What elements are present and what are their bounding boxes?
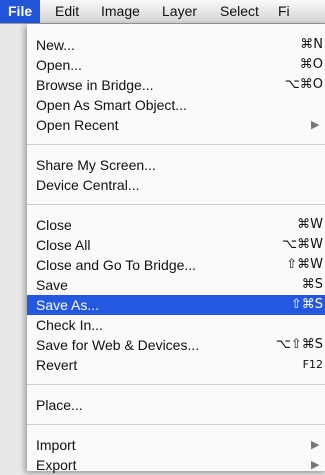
menu-item-label: Share My Screen... xyxy=(36,157,156,173)
menu-item-label: Close xyxy=(36,217,72,233)
shortcut-label: ⌘N xyxy=(300,37,323,52)
menu-separator xyxy=(27,384,325,385)
menu-item-share-my-screen[interactable]: Share My Screen... xyxy=(27,155,325,175)
menu-item-label: Close and Go To Bridge... xyxy=(36,257,197,273)
menu-item-close[interactable]: Close ⌘W xyxy=(27,215,325,235)
shortcut-label: ⌘W xyxy=(297,217,323,232)
shortcut-label: ⇧⌘S xyxy=(290,297,323,312)
menu-item-export[interactable]: Export ▶ xyxy=(27,455,325,475)
menu-item-browse-in-bridge[interactable]: Browse in Bridge... ⌥⌘O xyxy=(27,75,325,95)
menu-item-place[interactable]: Place... xyxy=(27,395,325,415)
menu-item-new[interactable]: New... ⌘N xyxy=(27,35,325,55)
triangle-right-icon: ▶ xyxy=(311,459,320,471)
shortcut-label: F12 xyxy=(302,358,323,371)
menu-item-open-smart-object[interactable]: Open As Smart Object... xyxy=(27,95,325,115)
menu-item-save[interactable]: Save ⌘S xyxy=(27,275,325,295)
menu-item-open-recent[interactable]: Open Recent ▶ xyxy=(27,115,325,135)
shortcut-label: ⌘S xyxy=(301,277,323,292)
menu-item-label: Save for Web & Devices... xyxy=(36,337,200,353)
menu-item-label: Import xyxy=(36,437,76,453)
menu-separator xyxy=(27,204,325,205)
menu-separator xyxy=(27,424,325,425)
menu-edit[interactable]: Edit xyxy=(47,0,87,23)
menu-item-label: Open Recent xyxy=(36,117,119,133)
menu-item-label: Close All xyxy=(36,237,91,253)
menu-item-label: Open As Smart Object... xyxy=(36,97,187,113)
menu-item-label: Device Central... xyxy=(36,177,140,193)
shortcut-label: ⌥⇧⌘S xyxy=(275,337,323,352)
menu-separator xyxy=(27,144,325,145)
triangle-right-icon: ▶ xyxy=(311,119,320,131)
menu-item-label: Save xyxy=(36,277,68,293)
menu-bar: File Edit Image Layer Select Fi xyxy=(0,0,325,24)
menu-item-save-as[interactable]: Save As... ⇧⌘S xyxy=(27,295,325,315)
menu-item-label: Open... xyxy=(36,57,82,73)
file-menu: New... ⌘N Open... ⌘O Browse in Bridge...… xyxy=(27,24,325,473)
menu-item-label: Place... xyxy=(36,397,83,413)
menu-item-import[interactable]: Import ▶ xyxy=(27,435,325,455)
triangle-right-icon: ▶ xyxy=(311,439,320,451)
menu-filter[interactable]: Fi xyxy=(270,0,298,23)
shortcut-label: ⇧⌘W xyxy=(286,257,323,272)
menu-file[interactable]: File xyxy=(0,0,41,23)
menu-item-device-central[interactable]: Device Central... xyxy=(27,175,325,195)
menu-item-save-for-web[interactable]: Save for Web & Devices... ⌥⇧⌘S xyxy=(27,335,325,355)
menu-select[interactable]: Select xyxy=(212,0,267,23)
menu-item-close-and-go-to-bridge[interactable]: Close and Go To Bridge... ⇧⌘W xyxy=(27,255,325,275)
shortcut-label: ⌘O xyxy=(299,57,323,72)
menu-item-label: Check In... xyxy=(36,317,103,333)
menu-item-check-in[interactable]: Check In... xyxy=(27,315,325,335)
menu-item-open[interactable]: Open... ⌘O xyxy=(27,55,325,75)
menu-item-label: Revert xyxy=(36,357,78,373)
shortcut-label: ⌥⌘W xyxy=(282,237,323,252)
menu-layer[interactable]: Layer xyxy=(154,0,205,23)
menu-image[interactable]: Image xyxy=(93,0,148,23)
shortcut-label: ⌥⌘O xyxy=(284,77,323,92)
menu-item-label: New... xyxy=(36,37,75,53)
menu-item-label: Browse in Bridge... xyxy=(36,77,154,93)
menu-item-close-all[interactable]: Close All ⌥⌘W xyxy=(27,235,325,255)
menu-item-label: Save As... xyxy=(36,297,100,313)
menu-item-revert[interactable]: Revert F12 xyxy=(27,355,325,375)
